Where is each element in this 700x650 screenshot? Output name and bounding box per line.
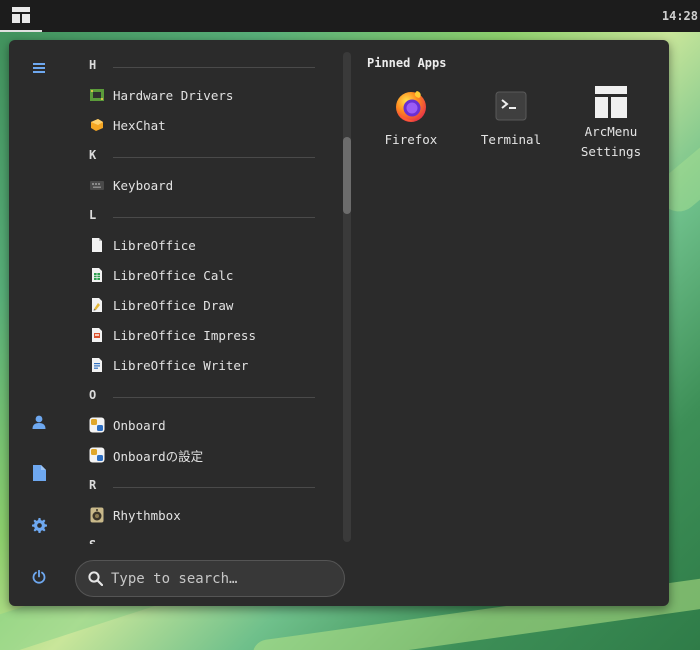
app-label: LibreOffice Calc [113,267,234,283]
section-header: R [81,470,335,500]
libreoffice-writer-icon [92,358,102,372]
list-item-libreoffice-impress[interactable]: LibreOffice Impress [81,320,335,350]
user-button[interactable] [27,410,51,434]
section-header: K [81,140,335,170]
list-item-keyboard[interactable]: Keyboard [81,170,335,200]
power-icon [32,570,46,584]
document-icon [32,465,46,481]
pinned-apps-title: Pinned Apps [367,56,447,70]
scrollbar-thumb[interactable] [343,137,351,214]
hamburger-menu-icon [33,63,45,73]
pinned-app-arcmenu-settings[interactable]: ArcMenu Settings [566,84,656,162]
list-item-onboard-settings[interactable]: Onboardの設定 [81,440,335,470]
list-item-libreoffice[interactable]: LibreOffice [81,230,335,260]
power-button[interactable] [27,565,51,589]
search-box[interactable] [75,560,345,597]
documents-button[interactable] [27,461,51,485]
app-label: Onboardの設定 [113,448,204,464]
pinned-app-label: Terminal [480,132,542,147]
list-item-libreoffice-writer[interactable]: LibreOffice Writer [81,350,335,380]
app-label: Rhythmbox [113,507,181,523]
app-label: HexChat [113,117,166,133]
list-item-hardware-drivers[interactable]: Hardware Drivers [81,80,335,110]
list-item-libreoffice-draw[interactable]: LibreOffice Draw [81,290,335,320]
all-apps-list[interactable]: H Hardware Drivers HexChat K Keyboard L … [81,50,335,544]
arcmenu-popup: H Hardware Drivers HexChat K Keyboard L … [9,40,669,606]
firefox-icon [396,91,426,122]
apps-list-scrollbar[interactable] [343,52,351,542]
app-label: LibreOffice Impress [113,327,256,343]
libreoffice-draw-icon [92,298,102,312]
app-label: Onboard [113,417,166,433]
section-header: O [81,380,335,410]
search-input[interactable] [111,570,331,587]
app-label: Keyboard [113,177,174,193]
onboard-icon [89,417,105,433]
pinned-app-label: ArcMenu Settings [580,124,642,159]
app-label: LibreOffice [113,237,196,253]
list-item-hexchat[interactable]: HexChat [81,110,335,140]
list-item-onboard[interactable]: Onboard [81,410,335,440]
app-label: Hardware Drivers [113,87,234,103]
pinned-app-terminal[interactable]: Terminal [466,88,556,150]
list-item-rhythmbox[interactable]: Rhythmbox [81,500,335,530]
menu-sidebar [9,40,69,606]
arcmenu-layout-icon [12,7,30,23]
user-icon [32,415,46,429]
libreoffice-icon [92,238,102,252]
settings-button[interactable] [27,513,51,537]
chip-icon [90,89,104,101]
libreoffice-impress-icon [92,328,102,342]
hexchat-icon [91,119,103,131]
terminal-icon [495,91,527,121]
rhythmbox-icon [90,507,104,523]
app-label: LibreOffice Writer [113,357,249,373]
keyboard-icon [90,181,104,190]
search-icon [88,571,103,586]
libreoffice-calc-icon [92,268,102,282]
onboard-settings-icon [89,447,105,463]
section-header: H [81,50,335,80]
clock[interactable]: 14:28 [662,0,700,32]
arcmenu-button[interactable] [0,0,42,32]
top-panel: 14:28 [0,0,700,32]
pinned-app-firefox[interactable]: Firefox [366,88,456,150]
app-label: LibreOffice Draw [113,297,234,313]
arcmenu-settings-icon [595,86,627,118]
section-header: S [81,530,335,544]
pinned-app-label: Firefox [384,132,438,147]
categories-menu-button[interactable] [27,56,51,80]
settings-gear-icon [31,517,47,533]
list-item-libreoffice-calc[interactable]: LibreOffice Calc [81,260,335,290]
section-header: L [81,200,335,230]
